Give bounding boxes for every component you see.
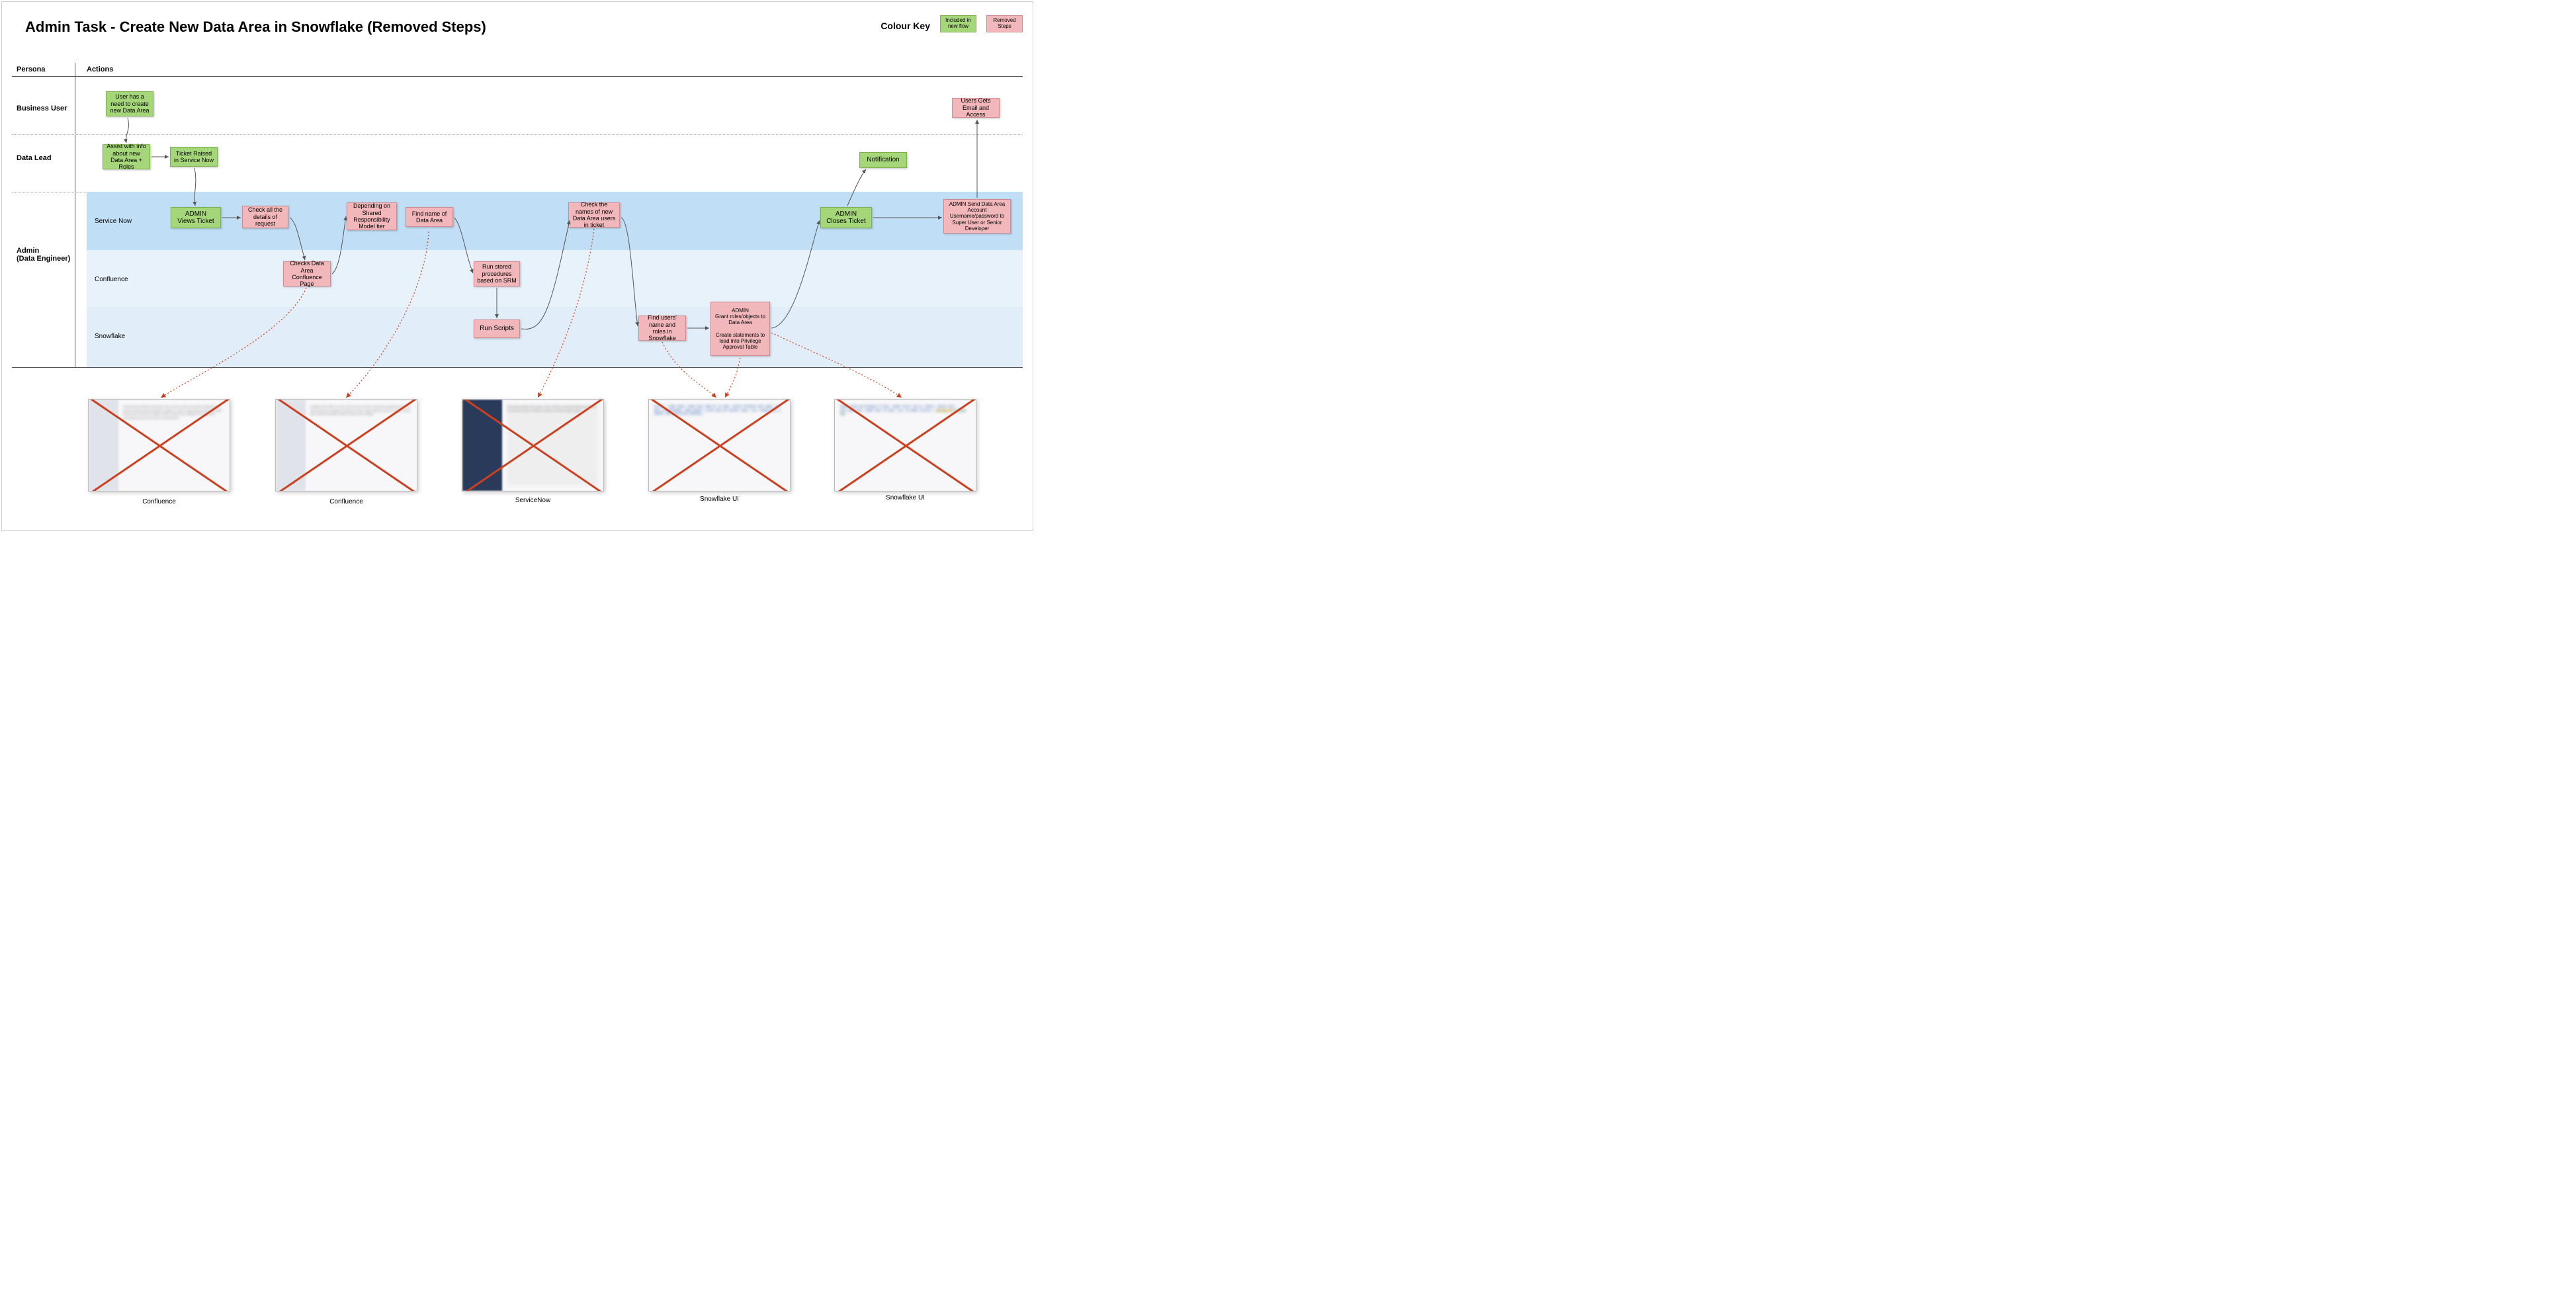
screenshot-confluence-2: Analytics Area SRM Tier lorem ipsum dolo… bbox=[275, 399, 417, 492]
note-check-details: Check all the details of request bbox=[242, 206, 288, 228]
lane-service-now bbox=[87, 192, 1023, 250]
key-included: Included in new flow bbox=[940, 15, 976, 32]
note-send-credentials: ADMIN Send Data Area Account Username/pa… bbox=[943, 199, 1011, 234]
note-srm-tier: Depending on Shared Responsibility Model… bbox=[347, 202, 397, 230]
note-user-email-access: Users Gets Email and Access bbox=[952, 98, 1000, 118]
screenshot-label-3: ServiceNow bbox=[462, 497, 604, 504]
lane-label-sn: Service Now bbox=[95, 218, 132, 225]
key-removed: Removed Steps bbox=[986, 15, 1023, 32]
diagram-title: Admin Task - Create New Data Area in Sno… bbox=[25, 19, 486, 36]
screenshot-servicenow: SCR ticket details lorem ipsum dolor sit… bbox=[462, 399, 604, 492]
note-ticket-raised: Ticket Raised in Service Now bbox=[170, 147, 218, 167]
screenshot-snowflake-2: GRANT USAGE ON DATABASE TO ROLE; GRANT S… bbox=[834, 399, 976, 492]
note-admin-views-ticket: ADMIN Views Ticket bbox=[171, 207, 221, 228]
row-divider-1 bbox=[12, 134, 1023, 135]
note-find-name: Find name of Data Area bbox=[406, 207, 453, 227]
screenshot-label-4: Snowflake UI bbox=[648, 496, 791, 503]
lane-confluence bbox=[87, 250, 1023, 307]
row-admin: Admin (Data Engineer) bbox=[17, 247, 70, 263]
lane-snowflake bbox=[87, 307, 1023, 367]
note-find-users-roles: Find users' name and roles in Snowflake bbox=[638, 316, 686, 341]
note-checks-confluence: Checks Data Area Confluence Page bbox=[283, 261, 331, 286]
note-run-stored-proc: Run stored procedures based on SRM bbox=[474, 261, 520, 286]
note-grant-roles: ADMIN Grant roles/objects to Data Area C… bbox=[710, 302, 770, 356]
row-data-lead: Data Lead bbox=[17, 154, 52, 162]
screenshot-label-2: Confluence bbox=[275, 498, 417, 505]
screenshot-label-1: Confluence bbox=[88, 498, 230, 505]
lane-label-conf: Confluence bbox=[95, 276, 128, 283]
note-run-scripts: Run Scripts bbox=[474, 320, 520, 338]
header-rule bbox=[12, 76, 1023, 77]
row-divider-3 bbox=[12, 367, 1023, 368]
screenshot-label-5: Snowflake UI bbox=[834, 494, 976, 501]
lane-label-sf: Snowflake bbox=[95, 333, 125, 340]
note-user-need: User has a need to create new Data Area bbox=[106, 91, 153, 116]
note-admin-closes-ticket: ADMIN Closes Ticket bbox=[820, 207, 872, 228]
note-notification: Notification bbox=[859, 152, 907, 168]
persona-column-header: Persona bbox=[17, 65, 45, 73]
row-business-user: Business User bbox=[17, 105, 67, 112]
screenshot-snowflake-1: SELECT * FROM USERS; GRANT ROLE ANALYST … bbox=[648, 399, 791, 492]
note-check-users: Check the names of new Data Area users i… bbox=[568, 202, 620, 228]
diagram-canvas: Admin Task - Create New Data Area in Sno… bbox=[1, 1, 1033, 531]
note-assist-info: Assist with info about new Data Area + R… bbox=[103, 144, 150, 169]
colour-key-label: Colour Key bbox=[880, 21, 930, 31]
actions-column-header: Actions bbox=[87, 65, 113, 73]
screenshot-confluence-1: Shared Responsibility Model lorem ipsum … bbox=[88, 399, 230, 492]
